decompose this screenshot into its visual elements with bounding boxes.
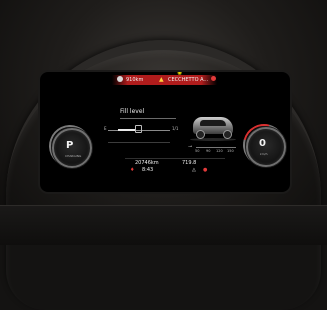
fuel-gauge-empty-label: E xyxy=(104,126,107,131)
alert-bell-icon: ♦ xyxy=(130,167,135,173)
thermometer-icon: ⊸ xyxy=(188,144,193,150)
info-divider xyxy=(125,158,225,159)
speed-unit: km/h xyxy=(260,152,268,156)
title-divider xyxy=(120,118,176,119)
fuel-gauge-fill xyxy=(118,129,136,131)
range-readout: 910km xyxy=(126,77,144,83)
power-meter-label: CHARGING xyxy=(65,154,82,158)
camera-icon xyxy=(117,76,123,82)
warning-triangle-icon: ▲ xyxy=(159,76,164,83)
fuel-gauge-full-label: 1/1 xyxy=(172,126,179,131)
trip-meter: 719.8 xyxy=(182,160,197,166)
car-window xyxy=(200,120,226,126)
odometer: 20746km xyxy=(135,160,159,166)
panel-title: Fill level xyxy=(120,108,145,115)
temp-tick-label: 120 xyxy=(216,149,223,153)
speed-readout: 0 xyxy=(259,138,266,149)
fuel-pump-icon xyxy=(135,125,142,133)
clock: 8:43 xyxy=(142,167,154,173)
lower-dashboard xyxy=(0,205,327,245)
gear-indicator: P xyxy=(66,140,74,151)
temperature-scale xyxy=(196,147,236,148)
car-wheel-icon xyxy=(223,130,232,139)
speedometer-dial xyxy=(246,127,286,167)
temp-tick-label: 50 xyxy=(195,149,200,153)
status-dot-icon xyxy=(211,76,216,81)
temp-tick-label: 150 xyxy=(227,149,234,153)
warning-light-icon: ● xyxy=(203,167,208,173)
temp-tick-label: 90 xyxy=(206,149,211,153)
navigation-destination: CECCHETTO A... xyxy=(168,77,209,83)
virtual-cockpit-display: 910km ▲ ✺ CECCHETTO A... P CHARGING Fill… xyxy=(40,72,290,192)
seatbelt-icon: ◬ xyxy=(192,167,196,173)
panel-divider xyxy=(108,142,170,143)
car-wheel-icon xyxy=(196,130,205,139)
